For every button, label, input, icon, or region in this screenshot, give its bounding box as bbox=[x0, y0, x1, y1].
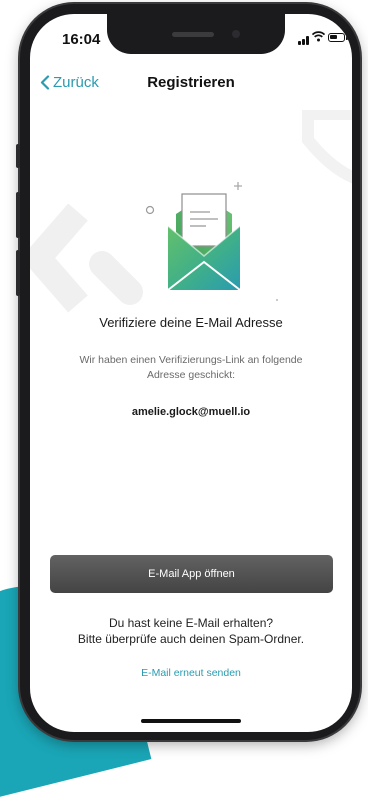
page-title: Registrieren bbox=[147, 74, 235, 91]
hint-line-1: Du hast keine E-Mail erhalten? bbox=[108, 616, 274, 630]
hint-line-2: Bitte überprüfe auch deinen Spam-Ordner. bbox=[77, 632, 305, 646]
app-screen: 16:04 Zurück Registrieren Verifiziere de… bbox=[30, 14, 352, 732]
no-email-hint: Du hast keine E-Mail erhalten? Bitte übe… bbox=[30, 615, 352, 647]
wifi-icon bbox=[311, 31, 326, 45]
camera bbox=[232, 30, 240, 38]
status-icons bbox=[298, 31, 348, 45]
notch bbox=[107, 14, 285, 54]
volume-down-button bbox=[16, 250, 20, 296]
mute-switch bbox=[16, 144, 20, 168]
status-time: 16:04 bbox=[62, 31, 101, 48]
resend-email-link[interactable]: E-Mail erneut senden bbox=[30, 667, 352, 679]
battery-icon bbox=[328, 33, 348, 42]
navigation-bar: Zurück Registrieren bbox=[30, 66, 352, 96]
envelope-illustration-icon bbox=[145, 182, 278, 301]
email-address: amelie.glock@muell.io bbox=[131, 406, 251, 418]
shield-watermark-icon bbox=[302, 110, 352, 184]
verification-headline: Verifiziere deine E-Mail Adresse bbox=[99, 315, 283, 330]
open-mail-app-button[interactable]: E-Mail App öffnen bbox=[50, 555, 333, 593]
home-indicator bbox=[141, 719, 241, 723]
volume-up-button bbox=[16, 192, 20, 238]
chevron-watermark-icon bbox=[30, 204, 143, 313]
verification-description: Wir haben einen Verifizierungs-Link an f… bbox=[79, 354, 303, 381]
speaker bbox=[172, 32, 214, 37]
